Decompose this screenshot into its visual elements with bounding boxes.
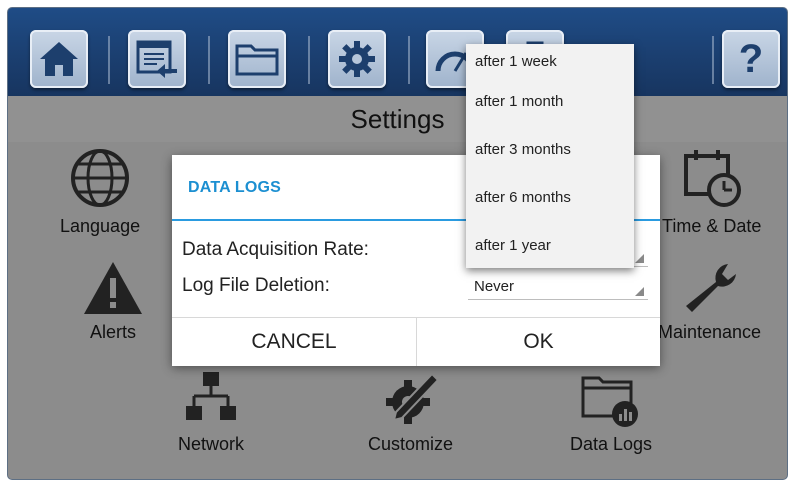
time-date-label: Time & Date [662,216,762,236]
home-button[interactable] [30,30,88,88]
dropdown-arrow-icon [635,254,644,263]
globe-icon [71,149,130,207]
deletion-options-dropdown: after 1 week after 1 month after 3 month… [466,44,634,268]
page-title: Settings [8,96,787,142]
calendar-clock-icon [683,150,741,207]
top-toolbar: ? [8,8,787,96]
dialog-title: DATA LOGS [188,179,282,196]
network-item[interactable]: Network [178,372,244,455]
app-window: ? Settings Language Time & Date Alerts M… [8,8,787,479]
time-date-item[interactable]: Time & Date [662,146,761,237]
help-icon: ? [738,36,764,81]
dropdown-option[interactable]: after 1 year [466,228,634,276]
home-icon [40,42,78,76]
maintenance-item[interactable]: Maintenance [658,260,761,343]
log-deletion-label: Log File Deletion: [182,275,330,296]
language-item[interactable]: Language [60,146,140,237]
data-logs-item[interactable]: Data Logs [570,372,652,455]
gear-icon [339,41,375,77]
folder-chart-icon [581,376,639,427]
dropdown-option[interactable]: after 6 months [466,180,634,228]
dialog-button-bar: CANCEL OK [172,317,660,366]
dropdown-arrow-icon [635,287,644,296]
ok-button[interactable]: OK [416,318,660,366]
customize-label: Customize [368,434,454,454]
language-label: Language [60,216,141,236]
window-export-button[interactable] [128,30,186,88]
network-label: Network [178,434,245,454]
dropdown-option[interactable]: after 3 months [466,132,634,180]
alerts-label: Alerts [89,322,136,342]
log-deletion-value: Never [474,278,515,295]
network-icon [186,372,236,420]
customize-icon [385,372,439,424]
cancel-button[interactable]: CANCEL [172,318,416,366]
maintenance-label: Maintenance [658,322,762,342]
folder-button[interactable] [228,30,286,88]
log-deletion-select[interactable]: Never [468,276,648,300]
alerts-item[interactable]: Alerts [82,260,144,343]
acquisition-rate-label: Data Acquisition Rate: [182,239,369,260]
wrench-icon [685,264,736,312]
customize-item[interactable]: Customize [368,372,453,455]
folder-icon [235,44,279,76]
settings-button[interactable] [328,30,386,88]
dropdown-option[interactable]: after 1 week [466,44,634,84]
data-logs-label: Data Logs [570,434,653,454]
warning-icon [84,262,142,314]
dropdown-option[interactable]: after 1 month [466,84,634,132]
window-export-icon [136,40,177,78]
help-button[interactable]: ? [722,30,780,88]
